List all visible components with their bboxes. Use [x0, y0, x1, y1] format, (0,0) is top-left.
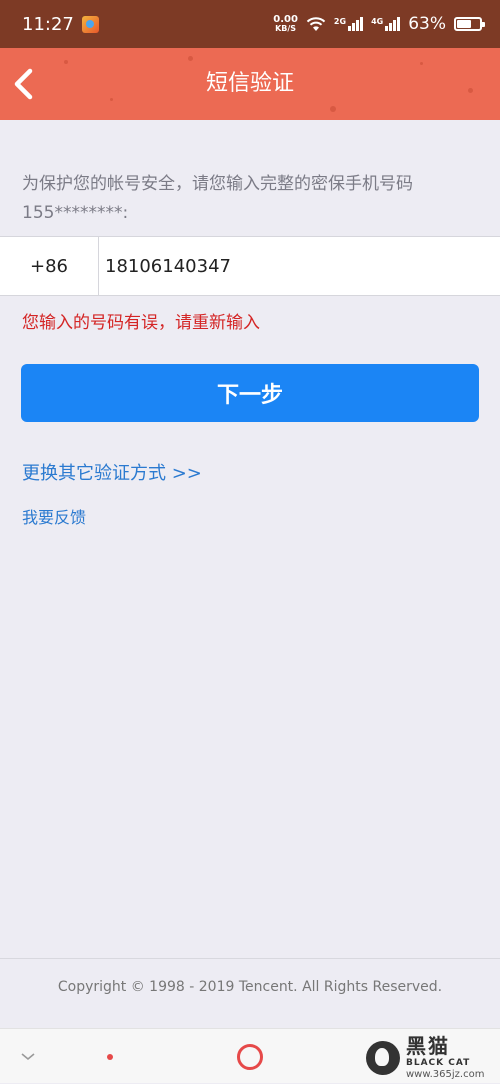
signal-2g-icon: 2G: [333, 17, 364, 31]
status-time: 11:27: [22, 13, 74, 35]
signal-2g-label: 2G: [333, 17, 347, 26]
notification-app-icon: [81, 15, 99, 33]
watermark-brand: 黑猫: [406, 1034, 450, 1058]
country-code-selector[interactable]: +86: [0, 237, 99, 295]
cat-logo-icon: [366, 1041, 400, 1075]
nav-home-button[interactable]: [230, 1029, 270, 1084]
page-title: 短信验证: [205, 71, 294, 96]
status-indicators: 0.00 KB/S 2G 4G 63%: [273, 14, 485, 34]
watermark-url: www.365jz.com: [406, 1069, 485, 1080]
feedback-link[interactable]: 我要反馈: [22, 504, 86, 528]
security-prompt: 为保护您的帐号安全，请您输入完整的密保手机号码155********:: [22, 174, 413, 223]
signal-4g-icon: 4G: [371, 17, 401, 31]
wifi-icon: [306, 17, 326, 31]
net-speed-unit: KB/S: [275, 24, 297, 33]
copyright-text: Copyright © 1998 - 2019 Tencent. All Rig…: [0, 958, 500, 1015]
battery-icon: [454, 17, 485, 31]
battery-level-fill: [457, 20, 471, 28]
chevron-down-icon: [21, 1052, 35, 1060]
watermark-sub: BLACK CAT: [406, 1058, 471, 1068]
switch-verification-link[interactable]: 更换其它验证方式 >>: [22, 459, 202, 485]
signal-4g-label: 4G: [371, 17, 384, 26]
nav-collapse-button[interactable]: [10, 1029, 46, 1084]
battery-percent: 63%: [408, 14, 446, 34]
phone-input[interactable]: [99, 237, 500, 295]
phone-row: +86: [0, 236, 500, 296]
next-step-button[interactable]: 下一步: [21, 364, 479, 422]
error-message: 您输入的号码有误，请重新输入: [22, 313, 260, 333]
net-speed-value: 0.00: [273, 14, 298, 25]
nav-back-button[interactable]: [95, 1029, 125, 1084]
nav-back-dot-icon: [107, 1053, 113, 1060]
status-bar: 11:27 0.00 KB/S 2G 4G 63%: [0, 0, 500, 48]
watermark-text: 黑猫 BLACK CAT www.365jz.com: [406, 1035, 484, 1081]
net-speed: 0.00 KB/S: [273, 14, 298, 34]
app-header: 短信验证: [0, 48, 500, 120]
watermark: 黑猫 BLACK CAT www.365jz.com: [366, 1035, 494, 1081]
nav-home-circle-icon: [237, 1043, 263, 1070]
